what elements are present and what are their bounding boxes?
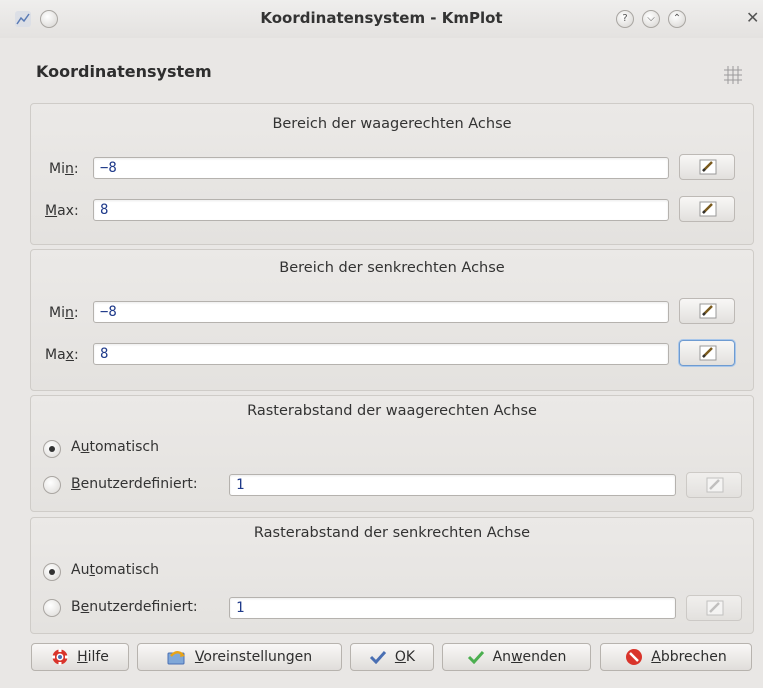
- y-range-group: Bereich der senkrechten Achse Min: −8 Ma…: [30, 249, 754, 391]
- x-min-label: Min:: [49, 161, 79, 177]
- defaults-button[interactable]: Voreinstellungen: [137, 643, 342, 671]
- x-grid-custom-input[interactable]: 1: [229, 474, 676, 496]
- y-max-edit-button[interactable]: [679, 340, 735, 366]
- x-grid-auto-radio[interactable]: [43, 440, 61, 458]
- x-grid-auto-label[interactable]: Automatisch: [71, 439, 159, 455]
- y-range-title: Bereich der senkrechten Achse: [279, 260, 505, 276]
- pencil-icon: [699, 345, 717, 361]
- help-question-icon[interactable]: ?: [616, 10, 634, 28]
- restore-defaults-icon: [167, 651, 185, 665]
- window-titlebar[interactable]: Koordinatensystem - KmPlot ? ⌵ ⌃ ✕: [0, 0, 763, 38]
- y-min-input[interactable]: −8: [93, 301, 669, 323]
- coordinate-grid-icon: [724, 66, 742, 84]
- apply-button-label: Anwenden: [492, 649, 567, 665]
- apply-check-icon: [467, 650, 484, 664]
- close-icon[interactable]: ✕: [746, 8, 759, 27]
- x-grid-custom-radio[interactable]: [43, 476, 61, 494]
- y-min-label: Min:: [49, 305, 79, 321]
- x-range-group: Bereich der waagerechten Achse Min: −8 M…: [30, 103, 754, 245]
- cancel-button[interactable]: Abbrechen: [600, 643, 752, 671]
- y-grid-title: Rasterabstand der senkrechten Achse: [253, 525, 531, 541]
- x-min-input[interactable]: −8: [93, 157, 669, 179]
- y-max-input[interactable]: 8: [93, 343, 669, 365]
- x-max-input[interactable]: 8: [93, 199, 669, 221]
- pencil-icon: [706, 477, 724, 493]
- x-range-title: Bereich der waagerechten Achse: [272, 116, 512, 132]
- page-title: Koordinatensystem: [36, 62, 212, 81]
- pencil-icon: [699, 201, 717, 217]
- x-grid-title: Rasterabstand der waagerechten Achse: [247, 403, 537, 419]
- x-grid-edit-button[interactable]: [686, 472, 742, 498]
- help-button-label: Hilfe: [77, 649, 109, 665]
- ok-button[interactable]: OK: [350, 643, 434, 671]
- help-button[interactable]: Hilfe: [31, 643, 129, 671]
- y-grid-custom-radio[interactable]: [43, 599, 61, 617]
- pencil-icon: [699, 303, 717, 319]
- defaults-button-label: Voreinstellungen: [194, 649, 313, 665]
- pencil-icon: [706, 600, 724, 616]
- x-grid-group: Rasterabstand der waagerechten Achse Aut…: [30, 395, 754, 512]
- minimize-icon[interactable]: ⌵: [642, 10, 660, 28]
- y-grid-auto-radio[interactable]: [43, 563, 61, 581]
- cancel-button-label: Abbrechen: [651, 649, 727, 665]
- x-min-edit-button[interactable]: [679, 154, 735, 180]
- y-max-label: Max:: [45, 347, 79, 363]
- y-grid-custom-input[interactable]: 1: [229, 597, 676, 619]
- apply-button[interactable]: Anwenden: [442, 643, 591, 671]
- pencil-icon: [699, 159, 717, 175]
- x-grid-custom-label[interactable]: Benutzerdefiniert:: [71, 476, 198, 492]
- x-max-edit-button[interactable]: [679, 196, 735, 222]
- ok-button-label: OK: [394, 649, 416, 665]
- maximize-icon[interactable]: ⌃: [668, 10, 686, 28]
- help-lifebuoy-icon: [52, 649, 69, 665]
- y-grid-group: Rasterabstand der senkrechten Achse Auto…: [30, 517, 754, 634]
- y-grid-auto-label[interactable]: Automatisch: [71, 562, 159, 578]
- cancel-icon: [626, 649, 643, 665]
- y-min-edit-button[interactable]: [679, 298, 735, 324]
- y-grid-edit-button[interactable]: [686, 595, 742, 621]
- y-grid-custom-label[interactable]: Benutzerdefiniert:: [71, 599, 198, 615]
- x-max-label: Max:: [45, 203, 79, 219]
- check-icon: [369, 650, 387, 664]
